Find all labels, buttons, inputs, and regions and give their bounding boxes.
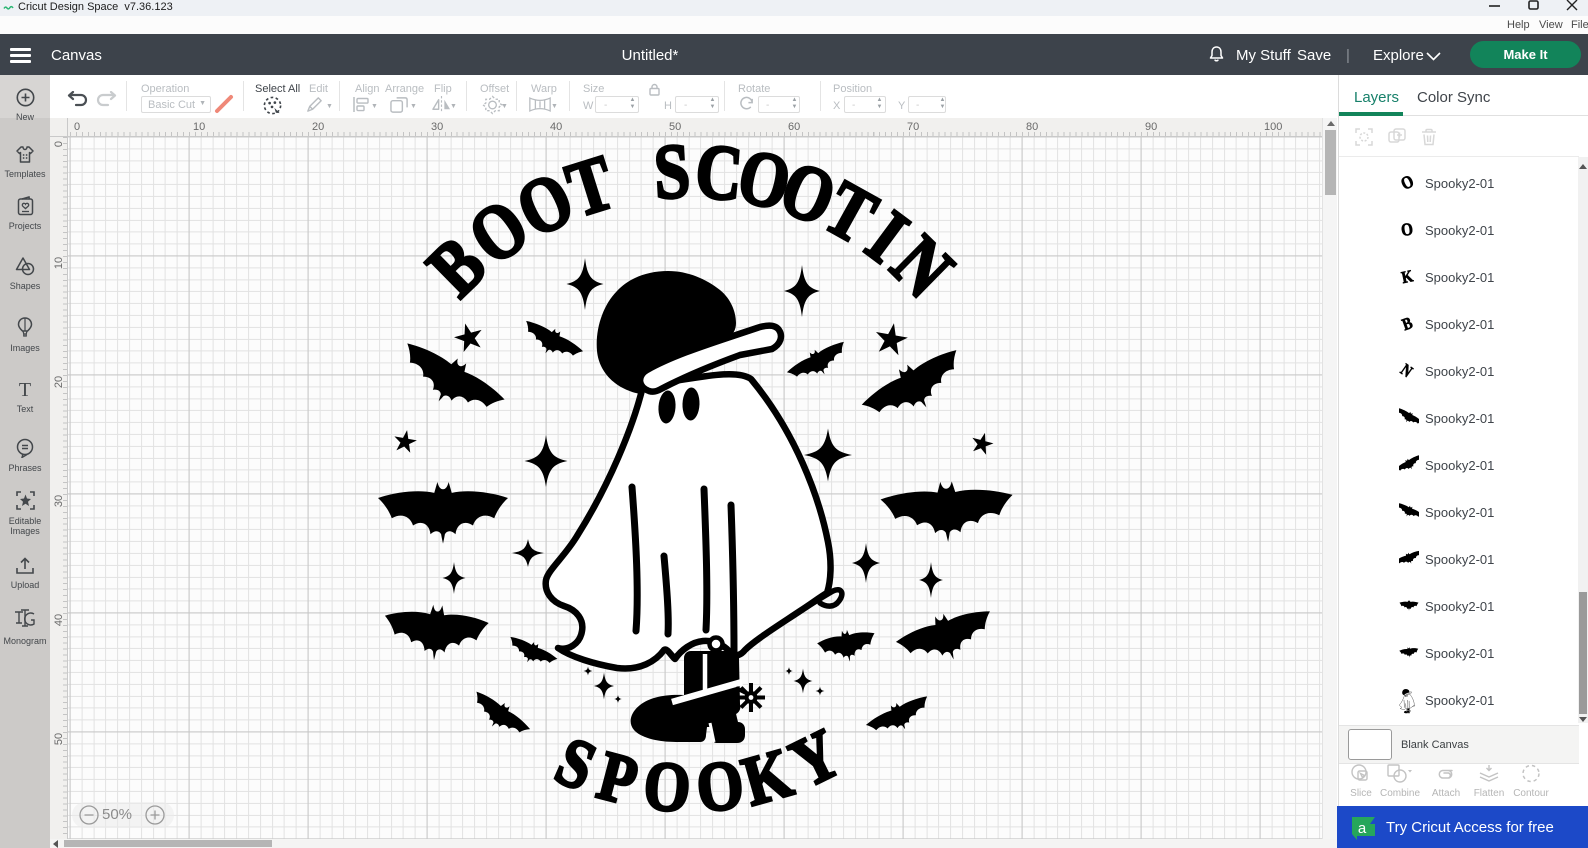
svg-text:N: N <box>1399 361 1415 381</box>
svg-text:a: a <box>1358 820 1367 837</box>
svg-text:K: K <box>1400 267 1415 287</box>
svg-text:O: O <box>641 747 693 828</box>
svg-text:S: S <box>652 137 692 216</box>
svg-text:O: O <box>1399 171 1415 193</box>
svg-text:O: O <box>1400 218 1415 240</box>
svg-text:T: T <box>19 380 31 399</box>
svg-text:B: B <box>1400 314 1415 334</box>
